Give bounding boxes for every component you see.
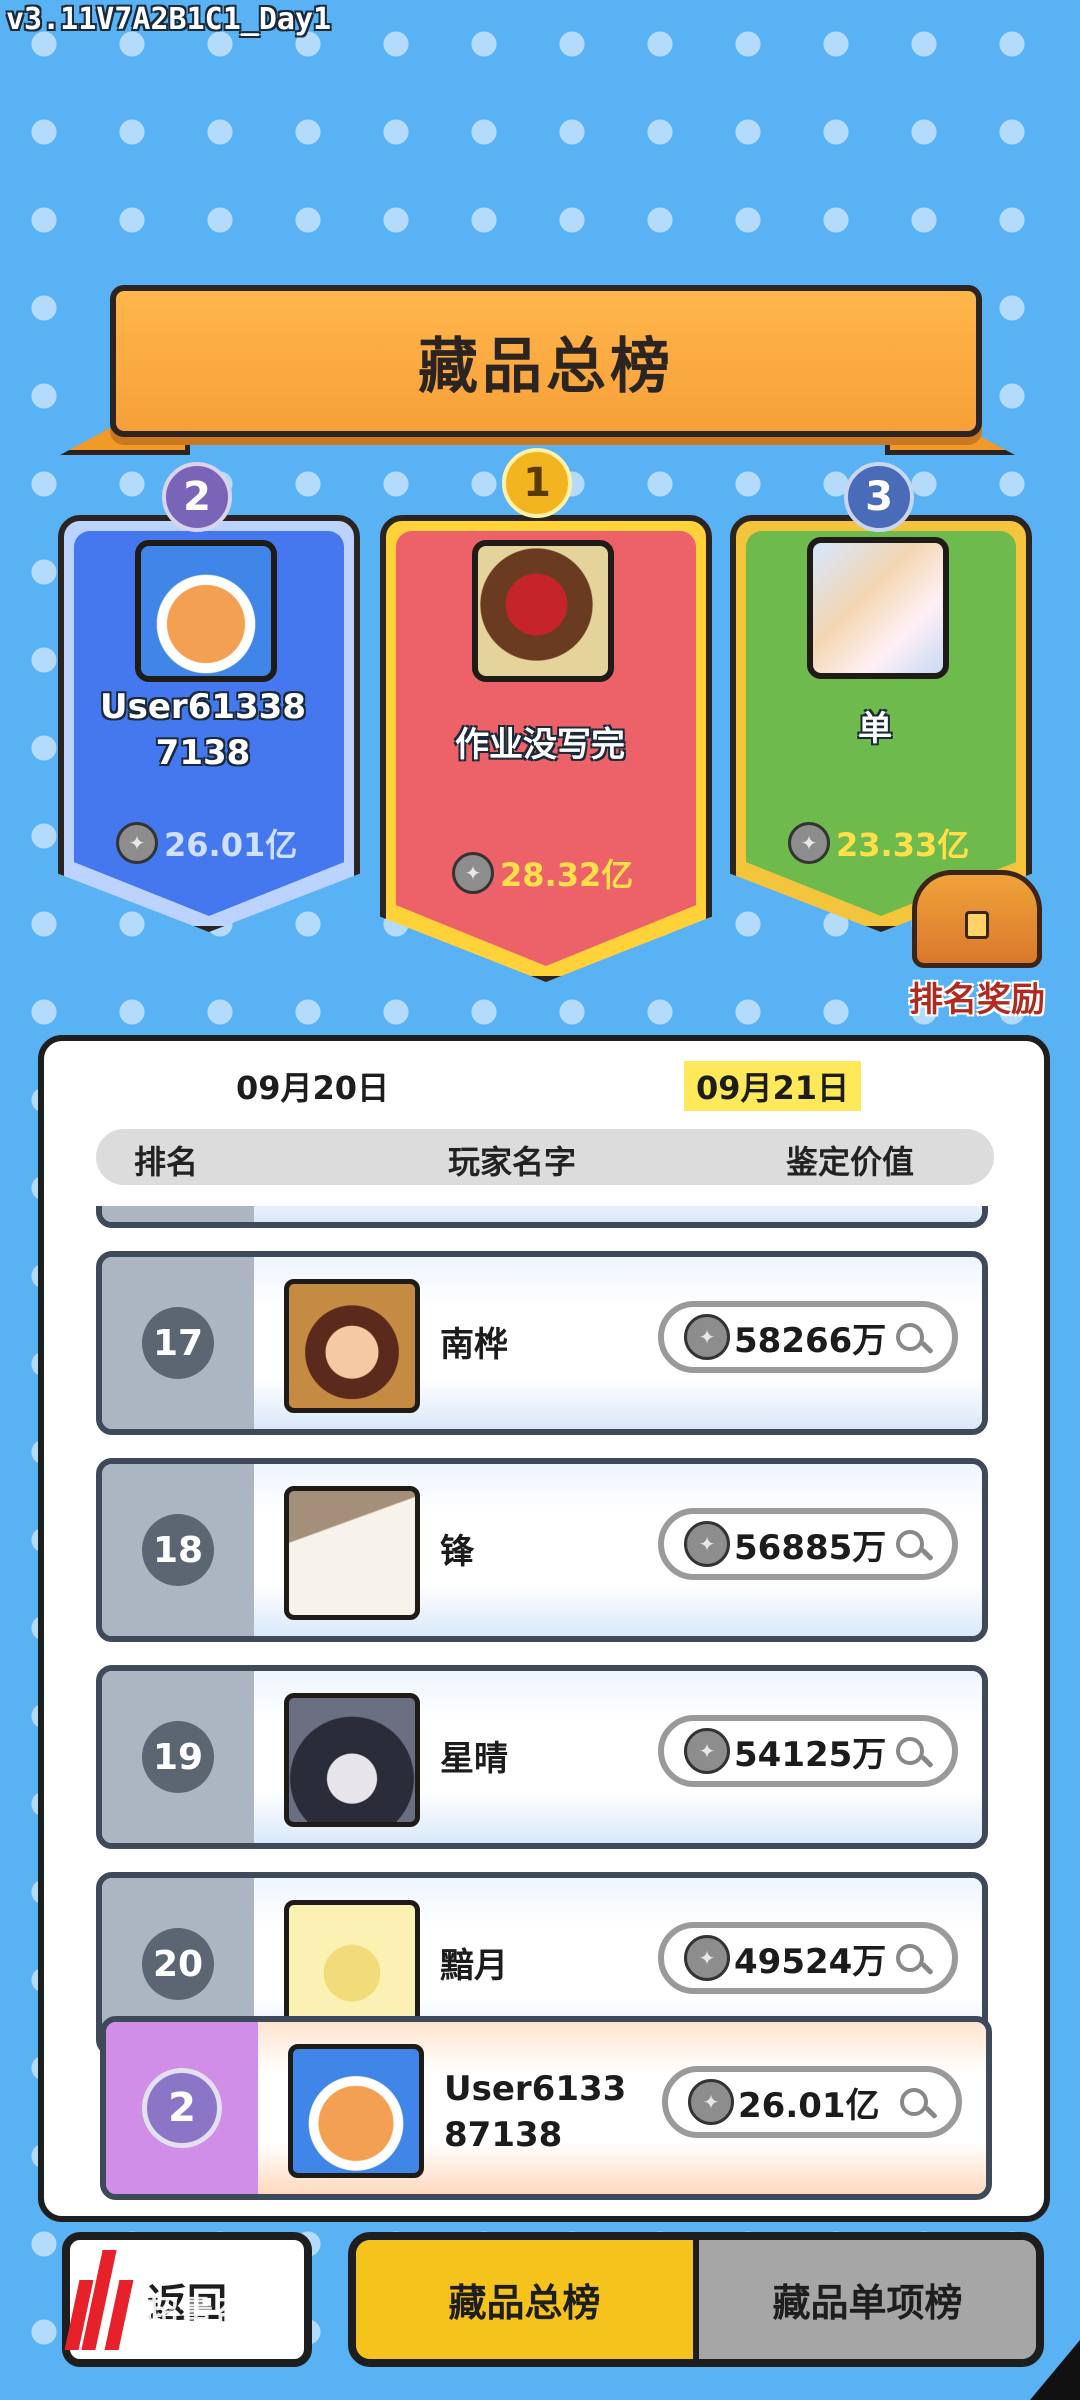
search-icon[interactable]: [894, 1735, 934, 1775]
avatar[interactable]: [284, 1279, 420, 1413]
table-row[interactable]: [96, 1206, 988, 1228]
rank-number: 17: [142, 1307, 214, 1379]
player-name: 锋: [440, 1532, 474, 1572]
value-pill[interactable]: ✦ 26.01亿: [662, 2066, 962, 2138]
coin-icon: ✦: [788, 822, 830, 864]
coin-icon: ✦: [684, 1728, 730, 1774]
value-pill[interactable]: ✦ 58266万: [658, 1301, 958, 1373]
avatar[interactable]: [284, 1693, 420, 1827]
coin-icon: ✦: [684, 1521, 730, 1567]
version-label: v3.11V7A2B1C1_Day1: [6, 2, 332, 37]
avatar[interactable]: [284, 1486, 420, 1620]
column-header: 排名 玩家名字 鉴定价值: [96, 1129, 994, 1185]
search-icon[interactable]: [894, 1942, 934, 1982]
my-player-name: User6133 87138: [444, 2069, 627, 2155]
bronze-medal-icon: 3: [844, 462, 914, 532]
my-rank-row[interactable]: 2 User6133 87138 ✦ 26.01亿: [100, 2016, 992, 2200]
date-prev[interactable]: 09月20日: [224, 1061, 401, 1111]
coin-icon: ✦: [684, 1314, 730, 1360]
podium-second-avatar[interactable]: [135, 540, 277, 682]
redmagic-logo-icon: [64, 2250, 134, 2350]
tab-bar: 藏品总榜 藏品单项榜: [348, 2232, 1044, 2367]
player-value: 49524万: [734, 1941, 887, 1982]
avatar[interactable]: [288, 2044, 424, 2178]
value-pill[interactable]: ✦ 54125万: [658, 1715, 958, 1787]
podium-first-name: 作业没写完: [455, 725, 625, 765]
table-row[interactable]: 17 南桦 ✦ 58266万: [96, 1251, 988, 1435]
player-name: 南桦: [440, 1325, 508, 1365]
my-player-value: 26.01亿: [738, 2085, 880, 2126]
value-pill[interactable]: ✦ 49524万: [658, 1922, 958, 1994]
avatar[interactable]: [284, 1900, 420, 2034]
column-player-name: 玩家名字: [448, 1143, 577, 1181]
coin-icon: ✦: [688, 2079, 734, 2125]
page-title: 藏品总榜: [418, 331, 674, 402]
search-icon[interactable]: [894, 1528, 934, 1568]
rank-number: 18: [142, 1514, 214, 1586]
date-selector: 09月20日 09月21日: [44, 1061, 1044, 1111]
player-name: 星晴: [440, 1739, 508, 1779]
column-rank: 排名: [134, 1143, 199, 1181]
player-value: 58266万: [734, 1320, 887, 1361]
silver-medal-icon: 2: [162, 462, 232, 532]
value-pill[interactable]: ✦ 56885万: [658, 1508, 958, 1580]
search-icon[interactable]: [898, 2086, 938, 2126]
column-value: 鉴定价值: [786, 1143, 915, 1181]
coin-icon: ✦: [452, 852, 494, 894]
tab-total-ranking[interactable]: 藏品总榜: [356, 2240, 693, 2359]
podium-third-avatar[interactable]: [807, 537, 949, 679]
player-value: 56885万: [734, 1527, 887, 1568]
overlay-text: 超量召唤: [145, 2294, 281, 2334]
podium-second-name: User61338 7138: [100, 687, 306, 773]
podium-first-value: ✦ 28.32亿: [452, 850, 633, 896]
podium-second-value: ✦ 26.01亿: [116, 820, 297, 866]
player-name: 黯月: [440, 1946, 508, 1986]
tab-single-ranking[interactable]: 藏品单项榜: [693, 2240, 1036, 2359]
treasure-chest-icon: [912, 870, 1042, 968]
ranking-reward-button[interactable]: 排名奖励: [892, 870, 1062, 1020]
gold-medal-icon: 1: [502, 448, 572, 518]
date-current[interactable]: 09月21日: [684, 1061, 862, 1111]
table-row[interactable]: 19 星晴 ✦ 54125万: [96, 1665, 988, 1849]
rank-number: 20: [142, 1928, 214, 2000]
ranking-reward-label: 排名奖励: [909, 980, 1045, 1020]
leaderboard-panel: 09月20日 09月21日 排名 玩家名字 鉴定价值 17 南桦 ✦ 58266…: [38, 1035, 1050, 2222]
my-rank-medal-icon: 2: [142, 2068, 222, 2148]
coin-icon: ✦: [116, 822, 158, 864]
podium-third-value: ✦ 23.33亿: [788, 820, 969, 866]
coin-icon: ✦: [684, 1935, 730, 1981]
search-icon[interactable]: [894, 1321, 934, 1361]
podium-first-avatar[interactable]: [472, 540, 614, 682]
title-banner: 藏品总榜: [110, 285, 982, 437]
rank-number: 19: [142, 1721, 214, 1793]
player-value: 54125万: [734, 1734, 887, 1775]
podium-third-name: 单: [858, 709, 892, 749]
table-row[interactable]: 18 锋 ✦ 56885万: [96, 1458, 988, 1642]
